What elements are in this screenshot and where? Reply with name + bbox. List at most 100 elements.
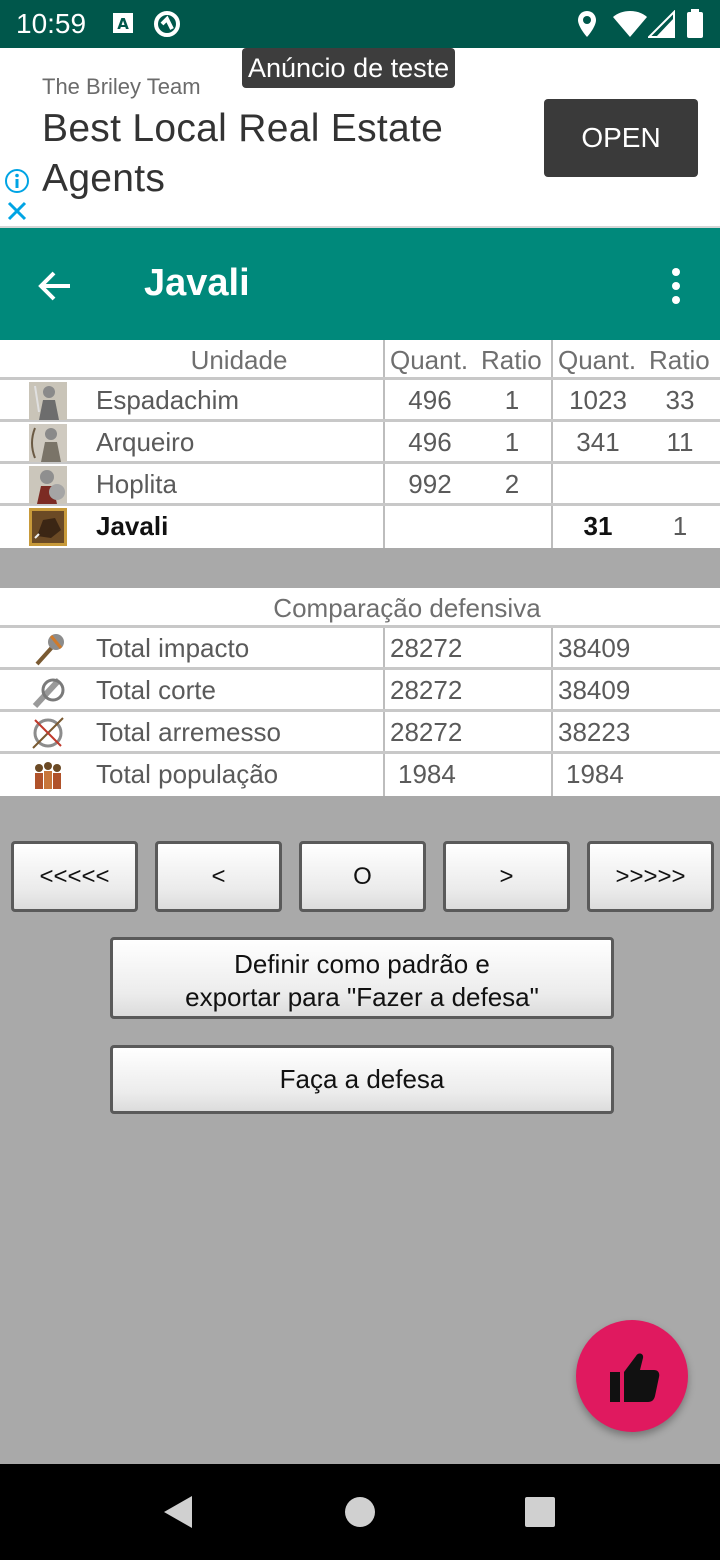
table-row: Total população 1984 1984 [0, 754, 720, 796]
defense-table-title: Comparação defensiva [273, 593, 541, 623]
divider [551, 380, 553, 419]
stat-label: Total corte [96, 675, 216, 705]
do-defense-button[interactable]: Faça a defesa [110, 1045, 614, 1114]
ad-info-icon[interactable] [4, 168, 30, 194]
location-icon [578, 11, 596, 37]
first-button[interactable]: <<<<< [11, 841, 138, 912]
qty-b [558, 464, 638, 503]
unit-name: Javali [96, 511, 169, 541]
header-ratio-b: Ratio [649, 345, 710, 375]
header-ratio-a: Ratio [481, 345, 542, 375]
ratio-a: 2 [504, 469, 520, 499]
system-nav-bar [0, 1464, 720, 1560]
page-title: Javali [144, 262, 250, 304]
blade-weapon-icon [32, 677, 65, 709]
ratio-b: 11 [666, 427, 694, 457]
table-row: Total arremesso 28272 38223 [0, 712, 720, 754]
qty-a: 496 [408, 385, 452, 415]
header-qty-b: Quant. [558, 345, 637, 375]
divider [551, 506, 553, 548]
nav-home-icon[interactable] [344, 1496, 376, 1528]
divider [551, 464, 553, 503]
app-bar: Javali [0, 228, 720, 340]
ad-banner[interactable]: Anúncio de teste The Briley Team Best Lo… [0, 48, 720, 228]
ratio-a: 1 [504, 427, 520, 457]
stat-value-a: 28272 [390, 717, 463, 747]
divider [551, 670, 553, 709]
qty-b: 31 [583, 511, 613, 541]
table-row: Total corte 28272 38409 [0, 670, 720, 712]
table-row[interactable]: Hoplita 992 2 [0, 464, 720, 506]
unit-name: Arqueiro [96, 427, 195, 457]
ratio-a: 1 [504, 385, 520, 415]
stat-value-b: 38223 [558, 717, 631, 747]
stat-value-a: 1984 [398, 759, 456, 789]
units-table: Unidade Quant. Ratio Quant. Ratio Espada… [0, 340, 720, 548]
population-icon [35, 762, 61, 789]
table-row[interactable]: Arqueiro 496 1 341 11 [0, 422, 720, 464]
unit-name: Espadachim [96, 385, 240, 415]
divider [551, 754, 553, 796]
stat-value-b: 1984 [566, 759, 624, 789]
stat-label: Total impacto [96, 633, 250, 663]
ad-open-button[interactable]: OPEN [544, 99, 698, 177]
set-default-export-button[interactable]: Definir como padrão e exportar para "Faz… [110, 937, 614, 1019]
more-options-icon[interactable] [654, 264, 698, 308]
reset-button[interactable]: O [299, 841, 426, 912]
ad-close-icon[interactable] [4, 198, 30, 224]
divider [383, 380, 385, 419]
ranged-weapon-icon [32, 717, 64, 749]
boar-icon [29, 508, 67, 546]
ad-advertiser: The Briley Team [42, 74, 201, 99]
signal-icon [648, 10, 675, 38]
back-arrow-icon[interactable] [34, 264, 78, 308]
nav-recents-icon[interactable] [524, 1496, 556, 1528]
divider [383, 340, 385, 377]
like-fab-button[interactable] [576, 1320, 688, 1432]
hoplite-icon [29, 466, 67, 504]
archer-icon [29, 424, 67, 462]
ratio-a [480, 506, 544, 548]
test-ad-badge: Anúncio de teste [242, 48, 456, 88]
stat-value-a: 28272 [390, 675, 463, 705]
table-row-selected[interactable]: Javali 31 1 [0, 506, 720, 548]
qty-a: 496 [408, 427, 452, 457]
table-row[interactable]: Espadachim 496 1 1023 33 [0, 380, 720, 422]
units-table-header: Unidade Quant. Ratio Quant. Ratio [0, 340, 720, 380]
status-bar: 10:59 A [0, 0, 720, 48]
sync-circle-icon [154, 11, 180, 37]
divider [551, 422, 553, 461]
defense-comparison-table: Comparação defensiva Total impacto 28272… [0, 588, 720, 796]
divider [383, 506, 385, 548]
battery-icon [687, 9, 703, 38]
stat-value-b: 38409 [558, 633, 631, 663]
ad-headline[interactable]: Best Local Real Estate Agents [42, 104, 512, 204]
divider [383, 712, 385, 751]
divider [383, 628, 385, 667]
ratio-b [648, 464, 712, 503]
stat-value-a: 28272 [390, 633, 463, 663]
svg-text:A: A [117, 15, 129, 33]
status-time: 10:59 [16, 8, 87, 39]
stat-label: Total arremesso [96, 717, 281, 747]
next-button[interactable]: > [443, 841, 570, 912]
previous-button[interactable]: < [155, 841, 282, 912]
ratio-b: 33 [665, 385, 695, 415]
qty-a: 992 [408, 469, 452, 499]
nav-back-icon[interactable] [162, 1494, 196, 1530]
divider [383, 464, 385, 503]
divider [383, 754, 385, 796]
divider [383, 670, 385, 709]
last-button[interactable]: >>>>> [587, 841, 714, 912]
blunt-weapon-icon [35, 634, 64, 666]
divider [551, 712, 553, 751]
set-default-line-1: Definir como padrão e [234, 949, 490, 979]
swordsman-icon [29, 382, 67, 420]
divider [551, 628, 553, 667]
defense-table-title-row: Comparação defensiva [0, 588, 720, 628]
set-default-line-2: exportar para "Fazer a defesa" [185, 982, 539, 1012]
header-qty-a: Quant. [390, 345, 469, 375]
ratio-b: 1 [672, 511, 688, 541]
wifi-icon [613, 11, 647, 37]
qty-b: 1023 [569, 385, 627, 415]
